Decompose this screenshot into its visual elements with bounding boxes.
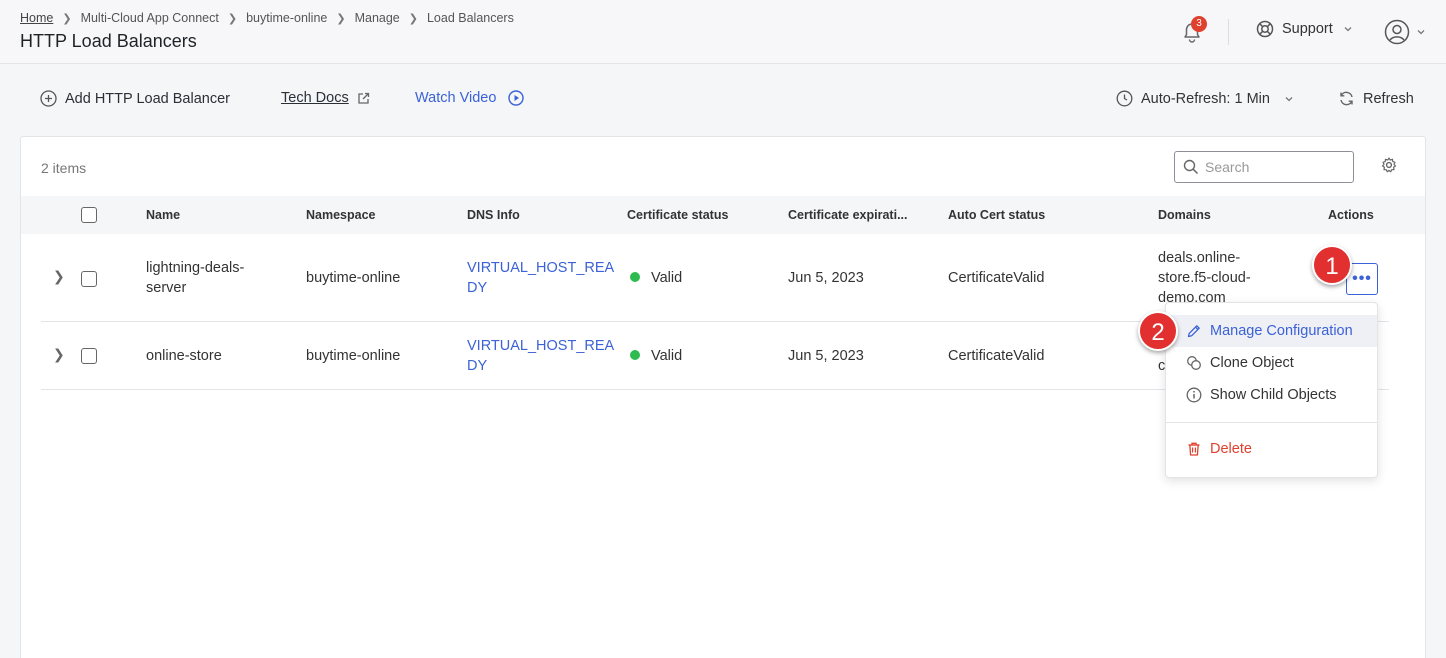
table-header: Name Namespace DNS Info Certificate stat… (21, 196, 1425, 234)
column-header-certificate-status[interactable]: Certificate status (627, 208, 728, 222)
refresh-button[interactable]: Refresh (1338, 90, 1414, 107)
menu-item-delete[interactable]: Delete (1166, 433, 1377, 465)
page-header: Home ❯ Multi-Cloud App Connect ❯ buytime… (0, 0, 1446, 64)
row-domain-line: deals.online- (1158, 250, 1241, 266)
chevron-right-icon: ❯ (336, 12, 346, 25)
tech-docs-link[interactable]: Tech Docs (281, 90, 370, 106)
column-header-auto-cert-status[interactable]: Auto Cert status (948, 208, 1045, 222)
page-title: HTTP Load Balancers (20, 31, 197, 51)
row-dns-info-line: VIRTUAL_HOST_REA (467, 260, 615, 276)
items-count: 2 items (41, 160, 87, 176)
row-name-line: server (146, 280, 187, 296)
column-header-actions: Actions (1328, 208, 1374, 222)
row-dns-info-line: VIRTUAL_HOST_REA (467, 338, 615, 354)
menu-item-manage-configuration[interactable]: Manage Configuration (1166, 315, 1377, 347)
row-checkbox[interactable] (81, 348, 97, 364)
breadcrumb-namespace[interactable]: buytime-online (246, 11, 327, 25)
row-name: lightning-deals- server (146, 258, 244, 298)
column-header-name[interactable]: Name (146, 208, 180, 222)
row-auto-cert-status: CertificateValid (948, 270, 1045, 286)
clone-object-label: Clone Object (1210, 355, 1294, 371)
delete-label: Delete (1210, 441, 1252, 457)
column-header-namespace[interactable]: Namespace (306, 208, 376, 222)
chevron-down-icon (1285, 96, 1293, 101)
status-dot-icon (630, 272, 640, 282)
menu-divider (1166, 422, 1377, 423)
row-name-line: lightning-deals- (146, 260, 245, 276)
watch-video-label: Watch Video (415, 90, 497, 106)
certificate-status-label: Valid (651, 348, 683, 364)
row-name: online-store (146, 348, 222, 364)
row-checkbox[interactable] (81, 271, 97, 287)
step-marker-2: 2 (1138, 311, 1178, 351)
row-domains: deals.online- store.f5-cloud- demo.com (1158, 248, 1251, 308)
select-all-checkbox[interactable] (81, 207, 97, 223)
external-link-icon (358, 92, 369, 104)
column-header-certificate-expiration[interactable]: Certificate expirati... (788, 208, 908, 222)
support-label: Support (1282, 21, 1333, 37)
breadcrumb-multi-cloud-app-connect[interactable]: Multi-Cloud App Connect (81, 11, 219, 25)
breadcrumb: Home ❯ Multi-Cloud App Connect ❯ buytime… (20, 11, 514, 25)
gear-icon (1381, 157, 1397, 173)
row-certificate-status: Valid (630, 346, 682, 366)
add-circle-icon (40, 90, 57, 107)
search-input[interactable] (1205, 159, 1345, 175)
expand-row-chevron-icon[interactable]: ❯ (53, 268, 65, 285)
expand-row-chevron-icon[interactable]: ❯ (53, 346, 65, 363)
row-dns-info-link[interactable]: VIRTUAL_HOST_REA DY (467, 336, 614, 376)
row-namespace: buytime-online (306, 270, 401, 286)
chevron-right-icon: ❯ (62, 12, 72, 25)
watch-video-link[interactable]: Watch Video (415, 90, 525, 106)
auto-refresh-label: Auto-Refresh: 1 Min (1141, 90, 1270, 107)
add-http-load-balancer-button[interactable]: Add HTTP Load Balancer (40, 90, 230, 107)
add-http-load-balancer-label: Add HTTP Load Balancer (65, 90, 230, 107)
row-certificate-expiration: Jun 5, 2023 (788, 270, 864, 286)
row-certificate-status: Valid (630, 268, 682, 288)
status-dot-icon (630, 350, 640, 360)
search-icon (1183, 159, 1199, 175)
info-icon (1186, 387, 1202, 403)
user-menu[interactable] (1384, 19, 1426, 45)
row-dns-info-line: DY (467, 280, 488, 296)
manage-configuration-label: Manage Configuration (1210, 323, 1353, 339)
pencil-icon (1187, 325, 1200, 338)
auto-refresh-dropdown[interactable]: Auto-Refresh: 1 Min (1116, 90, 1294, 107)
row-dns-info-link[interactable]: VIRTUAL_HOST_REA DY (467, 258, 614, 298)
row-certificate-expiration: Jun 5, 2023 (788, 348, 864, 364)
clock-icon (1116, 90, 1133, 107)
play-circle-icon (508, 90, 525, 106)
chevron-right-icon: ❯ (227, 12, 238, 25)
menu-item-show-child-objects[interactable]: Show Child Objects (1166, 379, 1377, 411)
notification-badge: 3 (1191, 16, 1207, 32)
lifebuoy-icon (1256, 20, 1274, 38)
trash-icon (1188, 442, 1200, 456)
row-namespace: buytime-online (306, 348, 401, 364)
column-header-dns-info[interactable]: DNS Info (467, 208, 520, 222)
row-auto-cert-status: CertificateValid (948, 348, 1045, 364)
user-avatar-icon (1384, 19, 1410, 45)
tech-docs-label: Tech Docs (281, 90, 349, 106)
breadcrumb-manage[interactable]: Manage (355, 11, 400, 25)
row-dns-info-line: DY (467, 358, 488, 374)
search-box[interactable] (1174, 151, 1354, 183)
step-marker-1: 1 (1312, 245, 1352, 285)
header-divider (1228, 19, 1229, 45)
row-actions-menu: Manage Configuration Clone Object Show C… (1165, 302, 1378, 478)
certificate-status-label: Valid (651, 270, 683, 286)
show-child-objects-label: Show Child Objects (1210, 387, 1337, 403)
clone-icon (1187, 356, 1201, 370)
table-settings-button[interactable] (1381, 157, 1397, 178)
chevron-down-icon (1344, 27, 1352, 32)
breadcrumb-load-balancers: Load Balancers (426, 11, 514, 25)
column-header-domains[interactable]: Domains (1158, 208, 1211, 222)
chevron-down-icon (1417, 30, 1425, 35)
menu-item-clone-object[interactable]: Clone Object (1166, 347, 1377, 379)
support-menu[interactable]: Support (1256, 20, 1353, 38)
refresh-icon (1340, 91, 1353, 106)
row-domain-line: store.f5-cloud- (1158, 270, 1251, 286)
breadcrumb-home[interactable]: Home (20, 11, 53, 25)
chevron-right-icon: ❯ (408, 12, 418, 25)
refresh-label: Refresh (1363, 90, 1414, 107)
